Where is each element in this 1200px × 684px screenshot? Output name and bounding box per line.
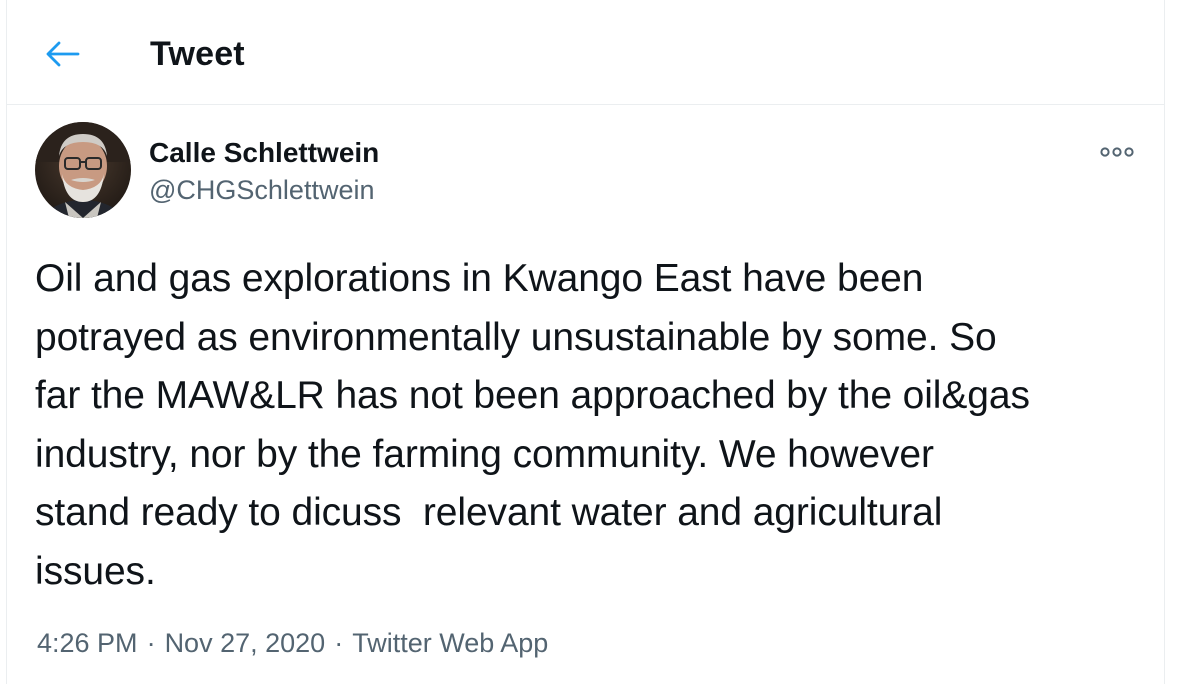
arrow-left-icon — [46, 41, 80, 67]
separator-dot: · — [334, 628, 344, 658]
tweet-date[interactable]: Nov 27, 2020 — [165, 624, 326, 662]
user-avatar-icon — [35, 122, 131, 218]
tweet-metadata: 4:26 PM · Nov 27, 2020 · Twitter Web App — [37, 624, 548, 662]
tweet-time[interactable]: 4:26 PM — [37, 624, 138, 662]
tweet-header: Tweet — [7, 0, 1164, 105]
tweet-source-link[interactable]: Twitter Web App — [352, 624, 548, 662]
page-title: Tweet — [150, 35, 245, 73]
back-button[interactable] — [37, 28, 89, 80]
separator-dot: · — [146, 628, 156, 658]
author-display-name[interactable]: Calle Schlettwein — [149, 136, 379, 170]
tweet-text: Oil and gas explorations in Kwango East … — [35, 257, 1030, 593]
tweet-column: Tweet Calle Schlettwein @CHGSchlettwein — [6, 0, 1165, 684]
more-options-button[interactable] — [1095, 134, 1139, 170]
avatar[interactable] — [35, 122, 131, 218]
more-options-icon — [1100, 147, 1134, 157]
author-handle[interactable]: @CHGSchlettwein — [149, 173, 374, 207]
